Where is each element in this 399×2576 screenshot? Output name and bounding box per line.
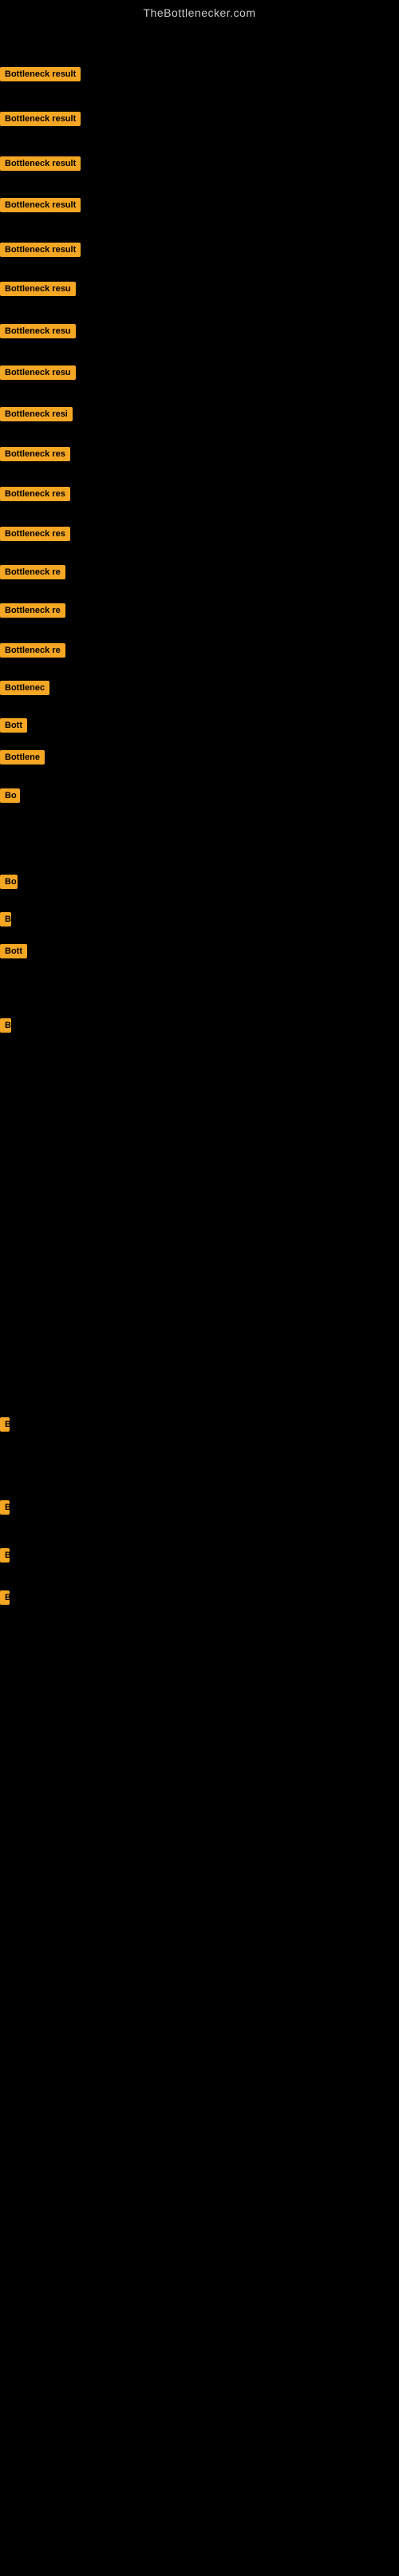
bottleneck-result-badge[interactable]: Bottleneck res bbox=[0, 447, 70, 461]
bottleneck-result-badge[interactable]: Bottleneck result bbox=[0, 112, 81, 126]
bottleneck-result-badge[interactable]: Bo bbox=[0, 875, 18, 889]
bottleneck-result-badge[interactable]: Bottleneck re bbox=[0, 643, 65, 658]
bottleneck-badge-row: Bottleneck re bbox=[0, 565, 65, 583]
bottleneck-result-badge[interactable]: Bottleneck result bbox=[0, 198, 81, 212]
bottleneck-result-badge[interactable]: Bott bbox=[0, 718, 27, 733]
bottleneck-result-badge[interactable]: B bbox=[0, 912, 11, 926]
bottleneck-result-badge[interactable]: B bbox=[0, 1548, 10, 1563]
bottleneck-result-badge[interactable]: Bottleneck re bbox=[0, 565, 65, 579]
bottleneck-result-badge[interactable]: Bottleneck res bbox=[0, 487, 70, 501]
bottleneck-result-badge[interactable]: B bbox=[0, 1417, 10, 1432]
bottleneck-badge-row: Bottleneck result bbox=[0, 156, 81, 175]
bottleneck-result-badge[interactable]: Bottleneck resu bbox=[0, 324, 76, 338]
bottleneck-badge-row: Bottlene bbox=[0, 750, 45, 768]
bottleneck-result-badge[interactable]: Bo bbox=[0, 788, 20, 803]
bottleneck-badge-row: B bbox=[0, 912, 11, 930]
bottleneck-result-badge[interactable]: B bbox=[0, 1500, 10, 1515]
bottleneck-result-badge[interactable]: B bbox=[0, 1590, 10, 1605]
bottleneck-result-badge[interactable]: Bottlenec bbox=[0, 681, 49, 695]
bottleneck-result-badge[interactable]: Bottleneck resi bbox=[0, 407, 73, 421]
bottleneck-badge-row: Bottleneck res bbox=[0, 447, 70, 465]
bottleneck-badge-row: B bbox=[0, 1018, 11, 1037]
bottleneck-badge-row: Bottleneck re bbox=[0, 643, 65, 662]
bottleneck-badge-row: Bottleneck re bbox=[0, 603, 65, 622]
bottleneck-badge-row: Bott bbox=[0, 944, 27, 962]
bottleneck-badge-row: Bottlenec bbox=[0, 681, 49, 699]
bottleneck-badge-row: Bottleneck resi bbox=[0, 407, 73, 425]
bottleneck-badge-row: Bottleneck res bbox=[0, 527, 70, 545]
bottleneck-badge-row: Bo bbox=[0, 788, 20, 807]
bottleneck-badge-row: Bottleneck res bbox=[0, 487, 70, 505]
bottleneck-badge-row: Bottleneck resu bbox=[0, 365, 76, 384]
bottleneck-result-badge[interactable]: Bott bbox=[0, 944, 27, 958]
bottleneck-result-badge[interactable]: B bbox=[0, 1018, 11, 1033]
bottleneck-badge-row: Bottleneck result bbox=[0, 243, 81, 261]
bottleneck-badge-row: Bott bbox=[0, 718, 27, 737]
bottleneck-result-badge[interactable]: Bottleneck result bbox=[0, 156, 81, 171]
bottleneck-result-badge[interactable]: Bottlene bbox=[0, 750, 45, 765]
bottleneck-result-badge[interactable]: Bottleneck resu bbox=[0, 365, 76, 380]
bottleneck-badge-row: Bottleneck result bbox=[0, 198, 81, 216]
bottleneck-badge-row: Bottleneck resu bbox=[0, 282, 76, 300]
bottleneck-badge-row: B bbox=[0, 1548, 10, 1567]
bottleneck-badge-row: B bbox=[0, 1590, 10, 1609]
bottleneck-badge-row: B bbox=[0, 1500, 10, 1519]
bottleneck-result-badge[interactable]: Bottleneck re bbox=[0, 603, 65, 618]
site-title: TheBottlenecker.com bbox=[0, 0, 399, 22]
bottleneck-result-badge[interactable]: Bottleneck resu bbox=[0, 282, 76, 296]
bottleneck-badge-row: Bottleneck result bbox=[0, 112, 81, 130]
bottleneck-badge-row: B bbox=[0, 1417, 10, 1436]
bottleneck-result-badge[interactable]: Bottleneck result bbox=[0, 67, 81, 81]
bottleneck-badge-row: Bottleneck resu bbox=[0, 324, 76, 342]
bottleneck-result-badge[interactable]: Bottleneck result bbox=[0, 243, 81, 257]
bottleneck-badge-row: Bo bbox=[0, 875, 18, 893]
bottleneck-badge-row: Bottleneck result bbox=[0, 67, 81, 85]
bottleneck-result-badge[interactable]: Bottleneck res bbox=[0, 527, 70, 541]
